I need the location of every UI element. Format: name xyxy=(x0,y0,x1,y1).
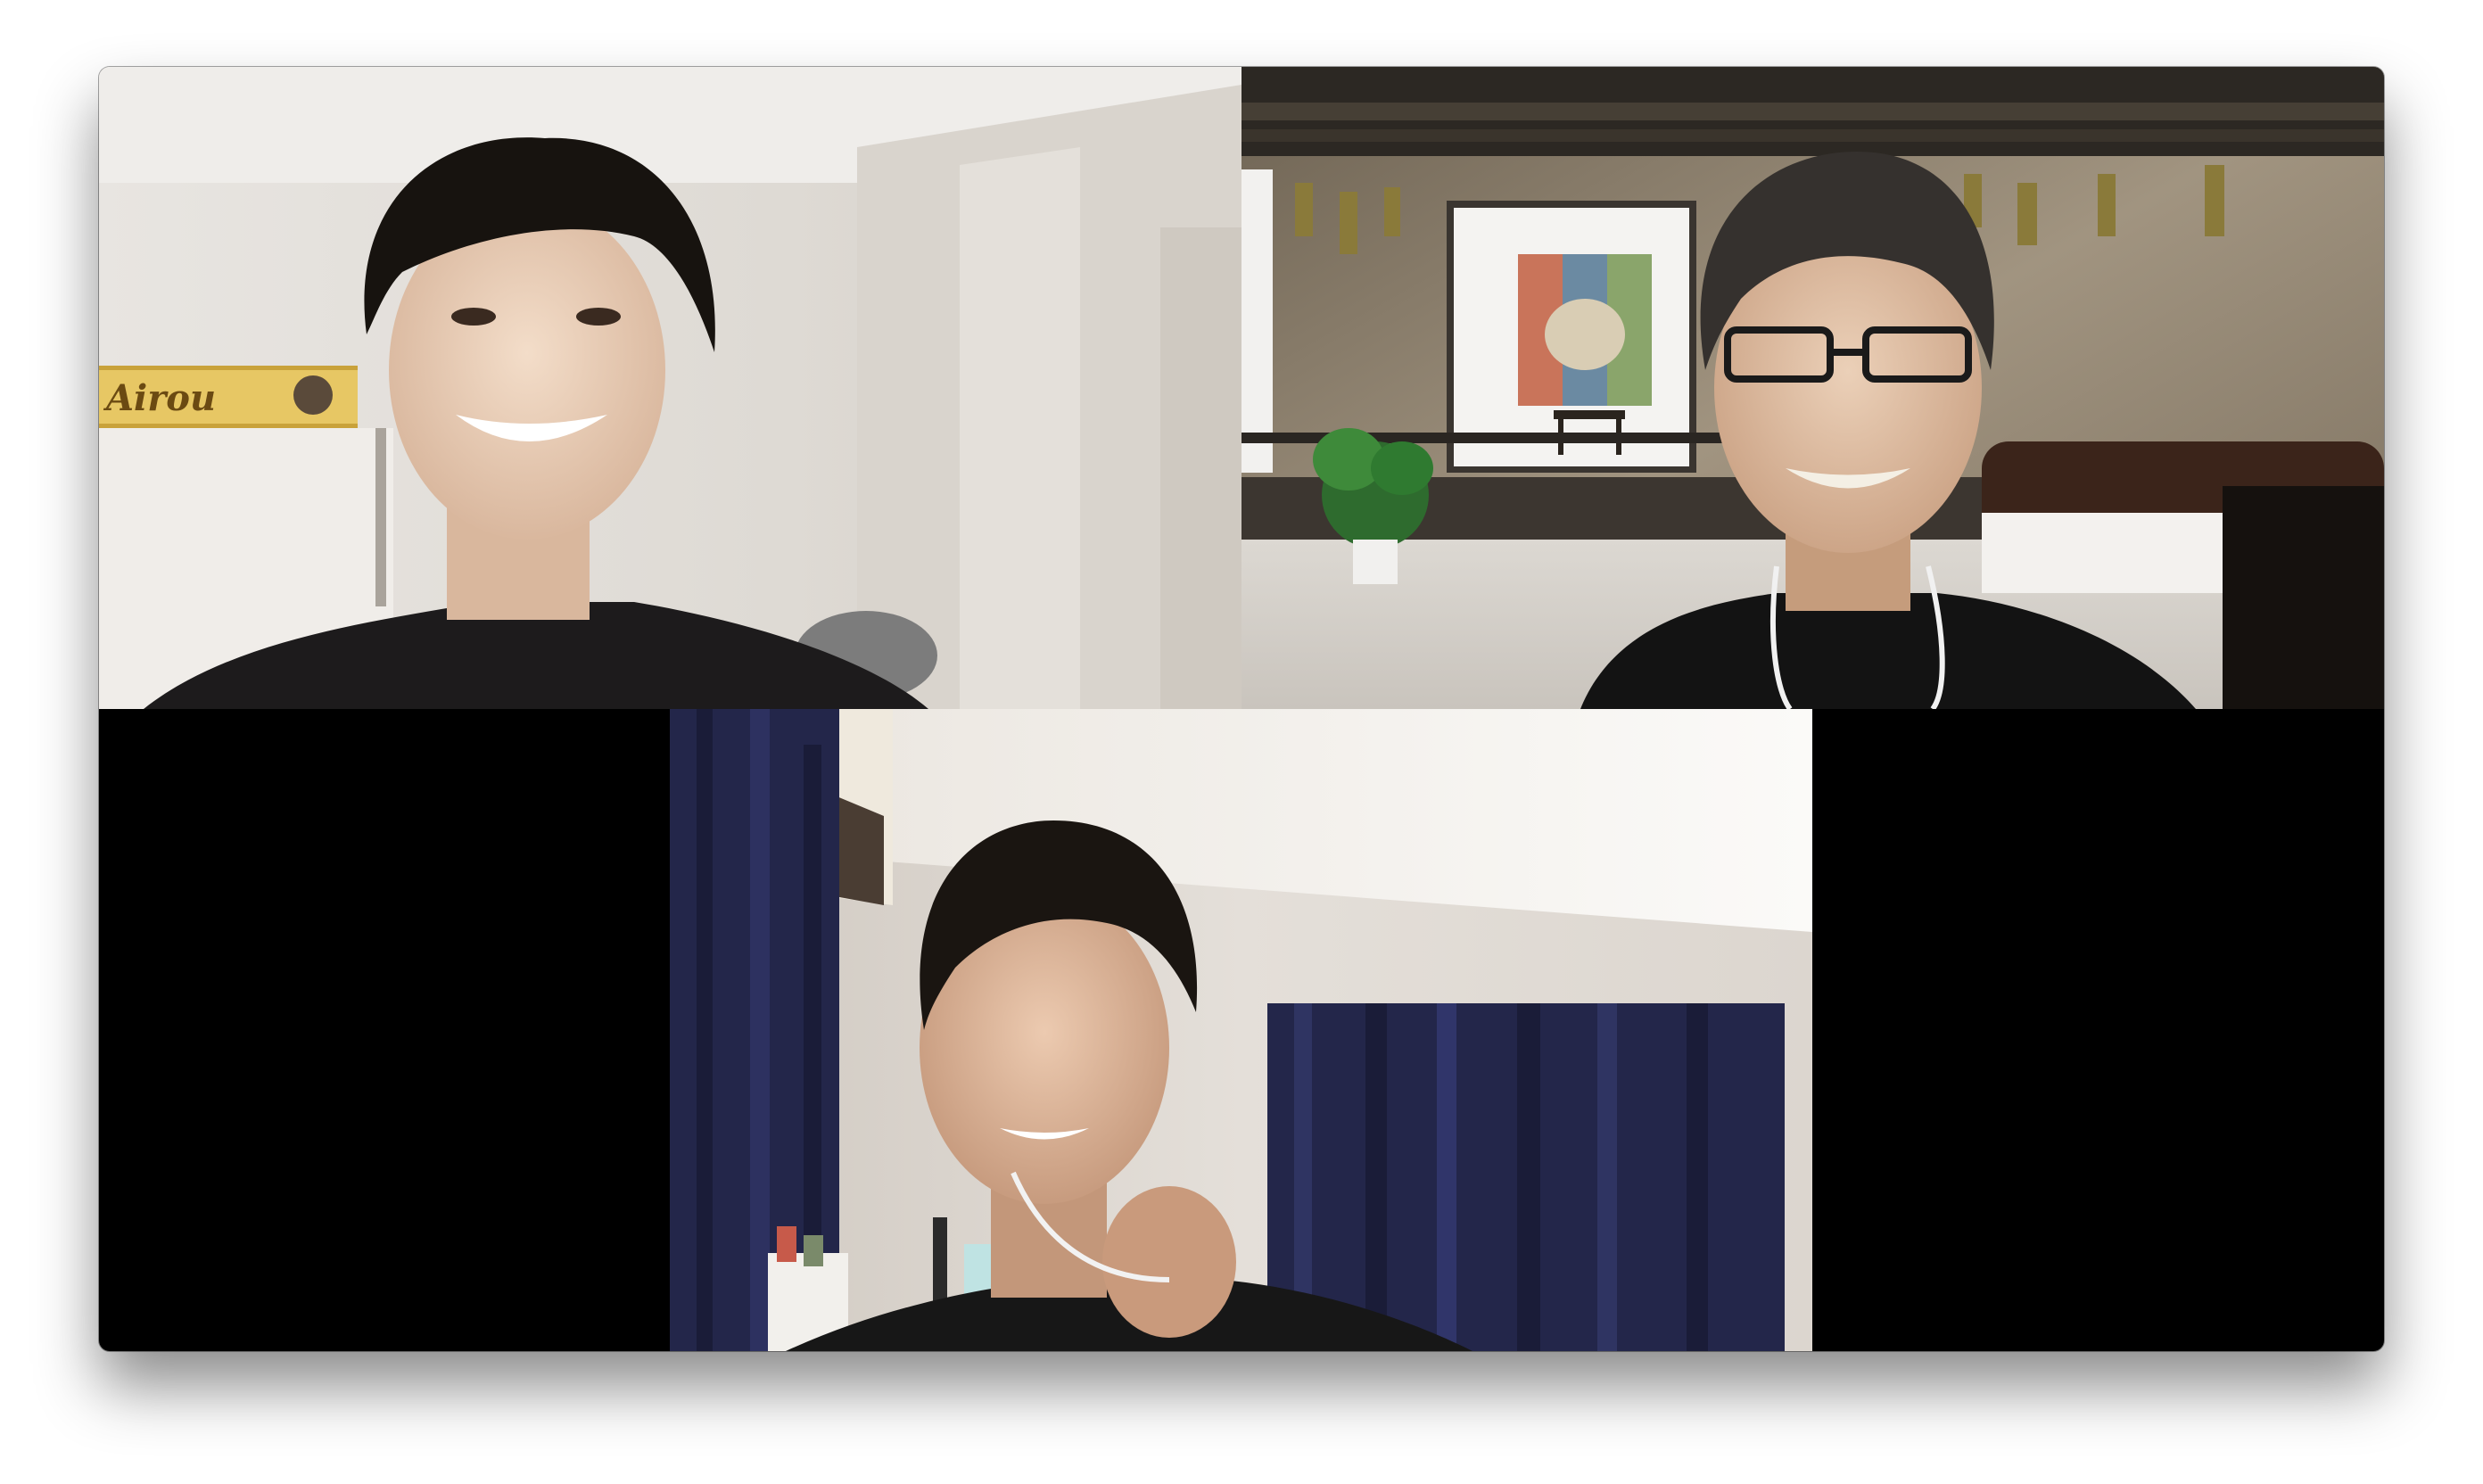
hand xyxy=(1102,1186,1236,1338)
wall-sticker: Airou xyxy=(99,366,358,428)
video-call-window: Airou xyxy=(99,67,2384,1351)
participant-video-2 xyxy=(1242,67,2384,709)
wall-sticker-text: Airou xyxy=(103,377,216,419)
participant-video-tile-2[interactable] xyxy=(1242,67,2384,709)
curtain-right[interactable] xyxy=(1267,1003,1785,1351)
participant-video-3 xyxy=(670,709,1812,1351)
participant-video-tile-3[interactable] xyxy=(670,709,1812,1351)
participant-video-tile-1[interactable]: Airou xyxy=(99,67,1242,709)
participant-video-1: Airou xyxy=(99,67,1242,709)
